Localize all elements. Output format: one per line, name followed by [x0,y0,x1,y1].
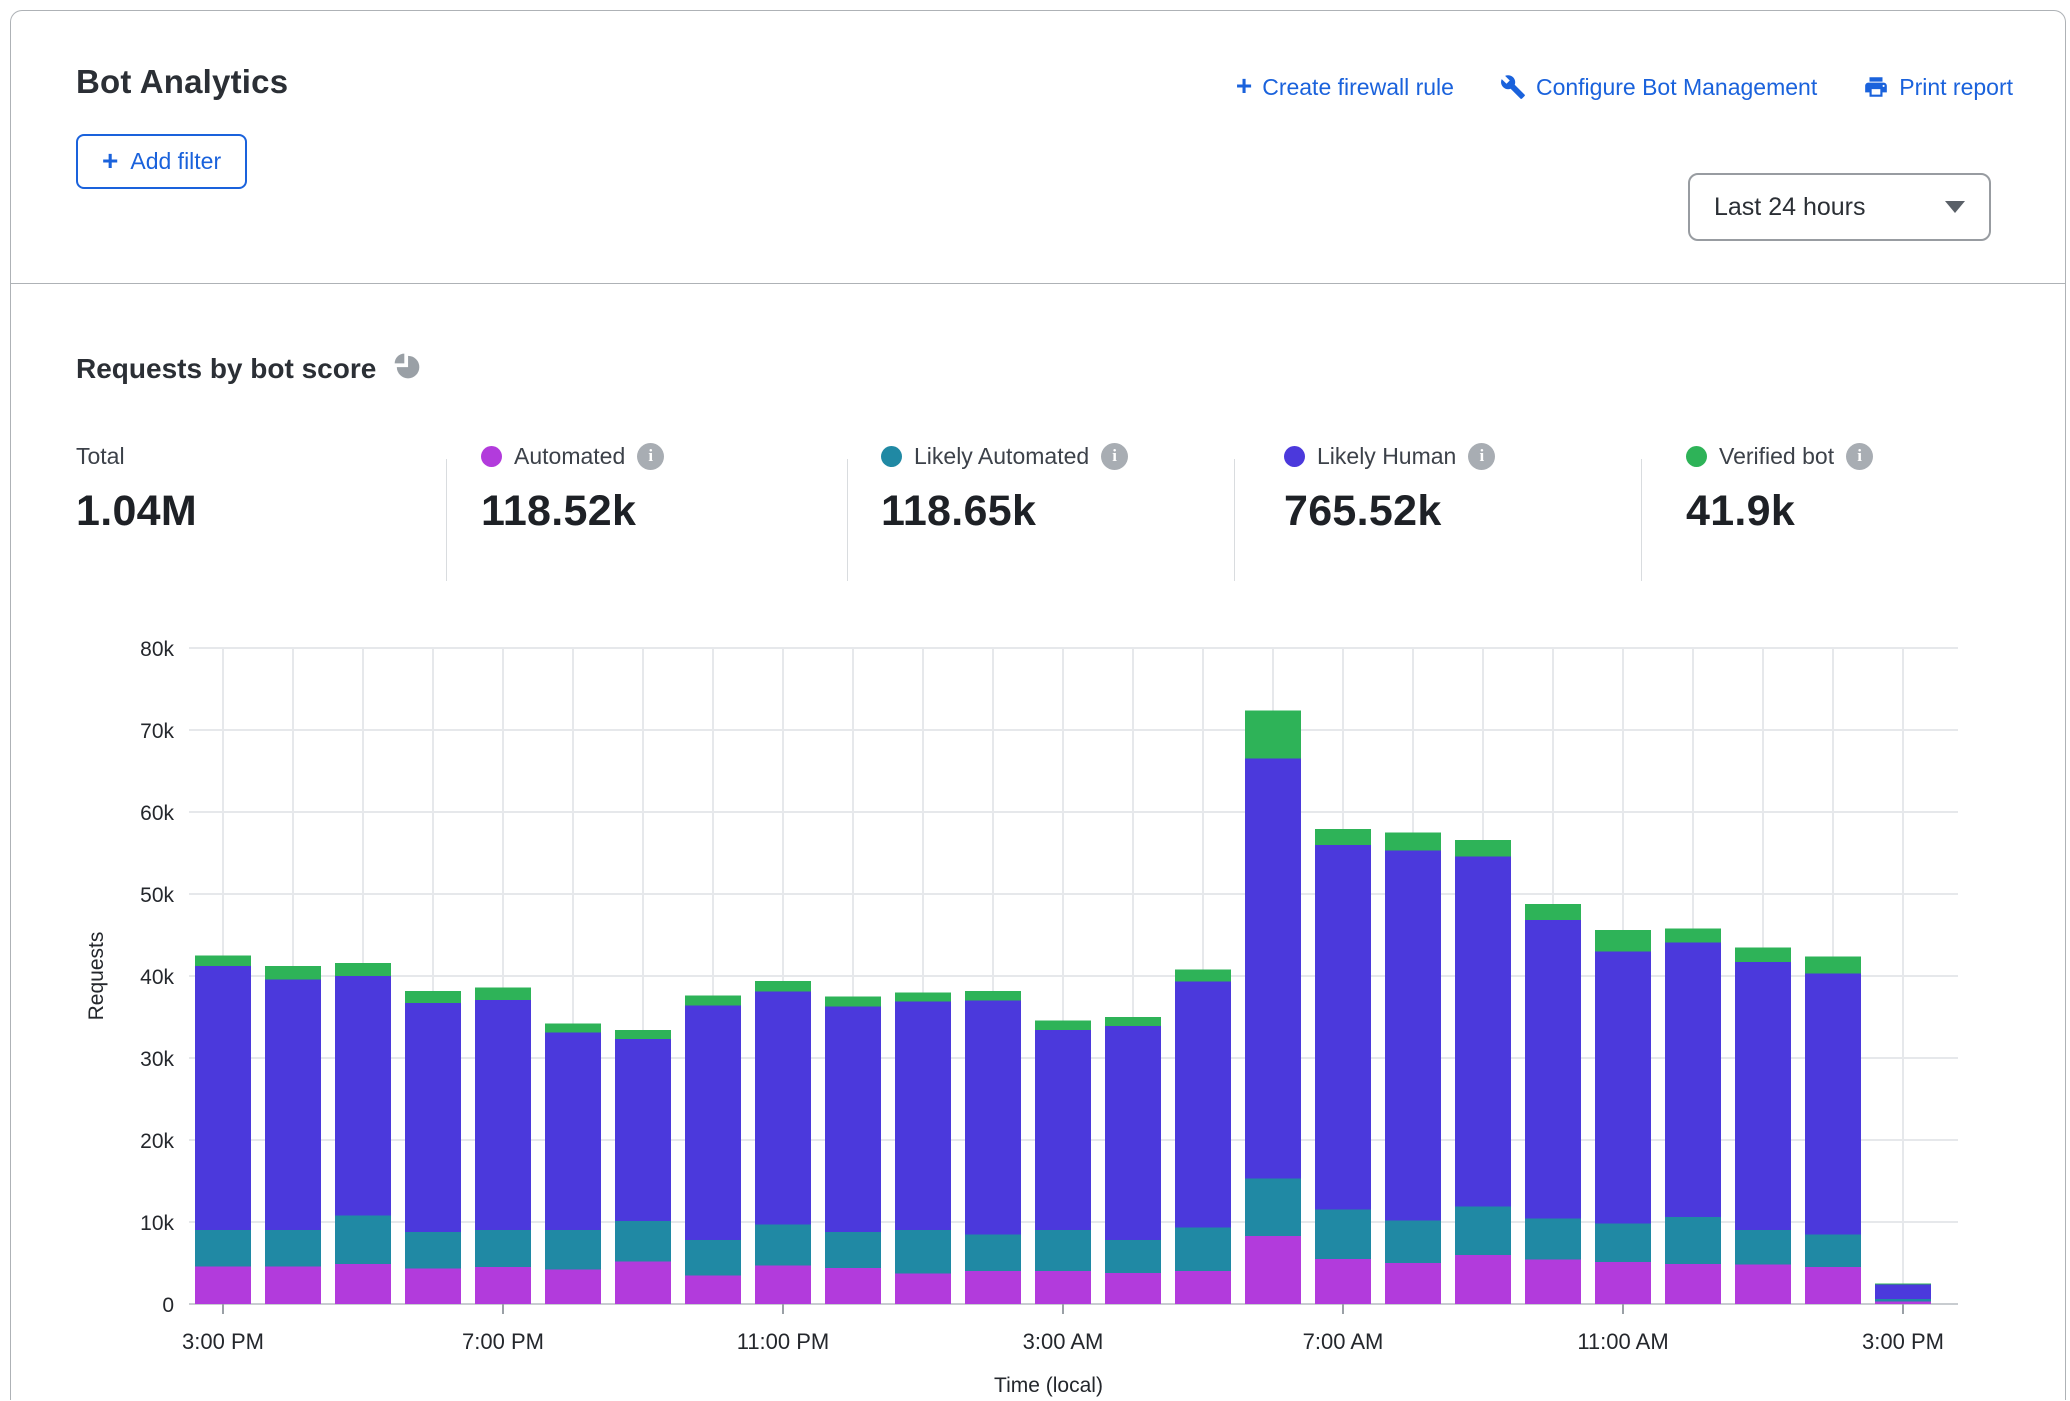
automated-legend-dot [481,446,502,467]
stat-separator [1234,459,1235,581]
info-icon[interactable]: i [1846,443,1873,470]
page-title: Bot Analytics [76,63,288,101]
print-report-label: Print report [1899,74,2013,101]
stat-verified-bot-label: Verified bot [1719,443,1834,470]
svg-text:70k: 70k [140,720,174,743]
verified-bot-legend-dot [1686,446,1707,467]
create-firewall-rule-label: Create firewall rule [1262,74,1454,101]
info-icon[interactable]: i [637,443,664,470]
wrench-icon [1500,74,1526,100]
section-title: Requests by bot score [76,353,376,385]
stat-automated-value: 118.52k [481,487,664,536]
svg-text:Requests: Requests [85,932,108,1021]
section-title-row: Requests by bot score [76,351,422,386]
stat-likely-automated: Likely Automated i 118.65k [881,441,1128,536]
svg-text:11:00 PM: 11:00 PM [737,1329,830,1354]
stat-total-value: 1.04M [76,487,197,536]
stat-total: Total 1.04M [76,441,197,536]
stat-likely-automated-label: Likely Automated [914,443,1089,470]
svg-text:10k: 10k [140,1212,174,1235]
plus-icon: + [1236,72,1252,100]
svg-text:3:00 PM: 3:00 PM [1862,1329,1944,1354]
stat-total-label: Total [76,443,125,470]
likely-automated-legend-dot [881,446,902,467]
stat-verified-bot: Verified bot i 41.9k [1686,441,1873,536]
requests-by-bot-score-chart: 0 10k 20k 30k 40k 50k 60k 70k 80k 3:00 PM 7:00 PM 1… [11,621,2070,1401]
svg-text:3:00 PM: 3:00 PM [182,1329,264,1354]
card-header: Bot Analytics + Create firewall rule Con… [11,11,2065,284]
likely-human-legend-dot [1284,446,1305,467]
stats-row: Total 1.04M Automated i 118.52k Likely A… [11,441,2065,591]
pie-chart-icon [392,351,422,386]
svg-text:11:00 AM: 11:00 AM [1577,1329,1668,1354]
svg-text:50k: 50k [140,884,174,907]
plus-icon: + [102,147,118,175]
svg-text:40k: 40k [140,966,174,989]
print-report-link[interactable]: Print report [1863,74,2013,101]
add-filter-button[interactable]: + Add filter [76,134,247,189]
svg-text:3:00 AM: 3:00 AM [1023,1329,1104,1354]
bot-analytics-card: Bot Analytics + Create firewall rule Con… [10,10,2066,1400]
stat-separator [847,459,848,581]
configure-bot-management-link[interactable]: Configure Bot Management [1500,74,1817,101]
svg-text:7:00 PM: 7:00 PM [462,1329,544,1354]
time-range-select[interactable]: Last 24 hours [1688,173,1991,241]
stat-likely-human: Likely Human i 765.52k [1284,441,1495,536]
printer-icon [1863,74,1889,100]
add-filter-label: Add filter [130,148,221,175]
svg-text:60k: 60k [140,802,174,825]
svg-text:7:00 AM: 7:00 AM [1303,1329,1384,1354]
stat-verified-bot-value: 41.9k [1686,487,1873,536]
stat-likely-automated-value: 118.65k [881,487,1128,536]
stat-separator [446,459,447,581]
time-range-value: Last 24 hours [1714,193,1866,222]
stat-likely-human-label: Likely Human [1317,443,1456,470]
create-firewall-rule-link[interactable]: + Create firewall rule [1236,73,1454,101]
info-icon[interactable]: i [1468,443,1495,470]
svg-text:0: 0 [162,1294,174,1317]
stat-likely-human-value: 765.52k [1284,487,1495,536]
svg-text:20k: 20k [140,1130,174,1153]
configure-bot-management-label: Configure Bot Management [1536,74,1817,101]
header-actions: + Create firewall rule Configure Bot Man… [1236,73,2013,101]
stat-separator [1641,459,1642,581]
info-icon[interactable]: i [1101,443,1128,470]
svg-text:80k: 80k [140,638,174,661]
stat-automated-label: Automated [514,443,625,470]
chevron-down-icon [1945,201,1965,213]
stat-automated: Automated i 118.52k [481,441,664,536]
svg-text:30k: 30k [140,1048,174,1071]
